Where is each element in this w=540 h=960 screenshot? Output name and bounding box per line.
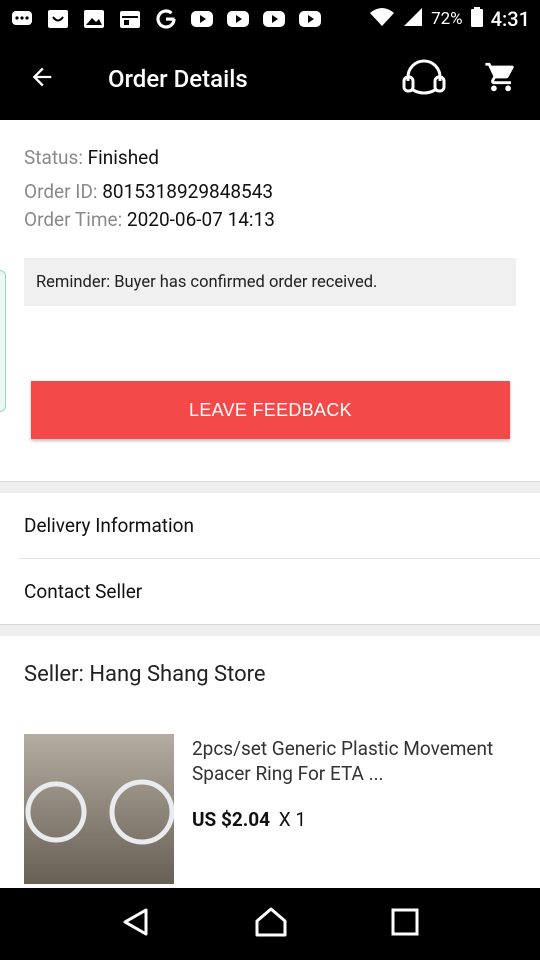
youtube-icon <box>262 9 286 29</box>
product-item[interactable]: 2pcs/set Generic Plastic Movement Spacer… <box>0 712 540 884</box>
leave-feedback-button[interactable]: LEAVE FEEDBACK <box>31 381 510 439</box>
seller-name[interactable]: Seller: Hang Shang Store <box>0 636 540 712</box>
clock: 4:31 <box>490 7 530 31</box>
status-right: 72% 4:31 <box>369 6 530 32</box>
app-actions <box>402 59 540 99</box>
arrow-back-icon <box>28 63 56 95</box>
battery-percent: 72% <box>431 9 463 29</box>
youtube-icon <box>190 9 214 29</box>
status-value: Finished <box>87 146 159 169</box>
section-divider <box>0 624 540 636</box>
product-info: 2pcs/set Generic Plastic Movement Spacer… <box>192 734 504 884</box>
nav-home-button[interactable] <box>254 907 288 941</box>
image-icon <box>82 9 106 29</box>
order-id-label: Order ID: <box>24 180 98 203</box>
customer-support-button[interactable] <box>402 59 446 99</box>
nav-back-button[interactable] <box>121 907 151 941</box>
order-meta: Status: Finished Order ID: 8015318929848… <box>0 120 540 234</box>
system-nav-bar <box>0 888 540 960</box>
app-bar: Order Details <box>0 38 540 120</box>
triangle-back-icon <box>123 908 148 936</box>
product-title[interactable]: 2pcs/set Generic Plastic Movement Spacer… <box>192 736 504 786</box>
square-recents-icon <box>391 908 419 936</box>
calendar-icon <box>118 9 142 29</box>
youtube-icon <box>226 9 250 29</box>
product-quantity: X 1 <box>278 808 307 831</box>
signal-icon <box>403 7 423 32</box>
product-image[interactable] <box>24 734 174 884</box>
page-title: Order Details <box>108 65 248 93</box>
order-details-content[interactable]: Status: Finished Order ID: 8015318929848… <box>0 120 540 888</box>
order-time-label: Order Time: <box>24 208 123 231</box>
headset-icon <box>402 59 446 95</box>
order-status: Status: Finished <box>24 144 516 172</box>
messenger-icon <box>10 9 34 29</box>
smiley-icon <box>46 9 70 29</box>
back-button[interactable] <box>0 38 84 120</box>
cart-icon <box>485 62 514 92</box>
nav-recents-button[interactable] <box>391 908 419 940</box>
google-icon <box>154 9 178 29</box>
order-id: Order ID: 8015318929848543 <box>24 178 516 206</box>
home-icon <box>255 907 287 937</box>
youtube-icon <box>298 9 322 29</box>
section-divider <box>0 481 540 493</box>
price-line: US $2.04 X 1 <box>192 808 504 831</box>
order-id-value: 8015318929848543 <box>102 180 274 203</box>
status-bar: 72% 4:31 <box>0 0 540 38</box>
notification-icons <box>10 9 322 29</box>
battery-icon <box>470 6 483 32</box>
status-label: Status: <box>24 146 83 169</box>
wifi-icon <box>369 7 395 32</box>
floating-edge-tab[interactable] <box>0 270 6 412</box>
cart-button[interactable] <box>484 60 518 98</box>
feedback-wrap: LEAVE FEEDBACK <box>0 381 540 439</box>
order-time: Order Time: 2020-06-07 14:13 <box>24 206 516 234</box>
product-price: US $2.04 <box>192 808 271 831</box>
order-time-value: 2020-06-07 14:13 <box>126 208 275 231</box>
reminder-banner: Reminder: Buyer has confirmed order rece… <box>24 258 516 306</box>
contact-seller-item[interactable]: Contact Seller <box>0 559 540 624</box>
delivery-information-item[interactable]: Delivery Information <box>0 493 540 558</box>
